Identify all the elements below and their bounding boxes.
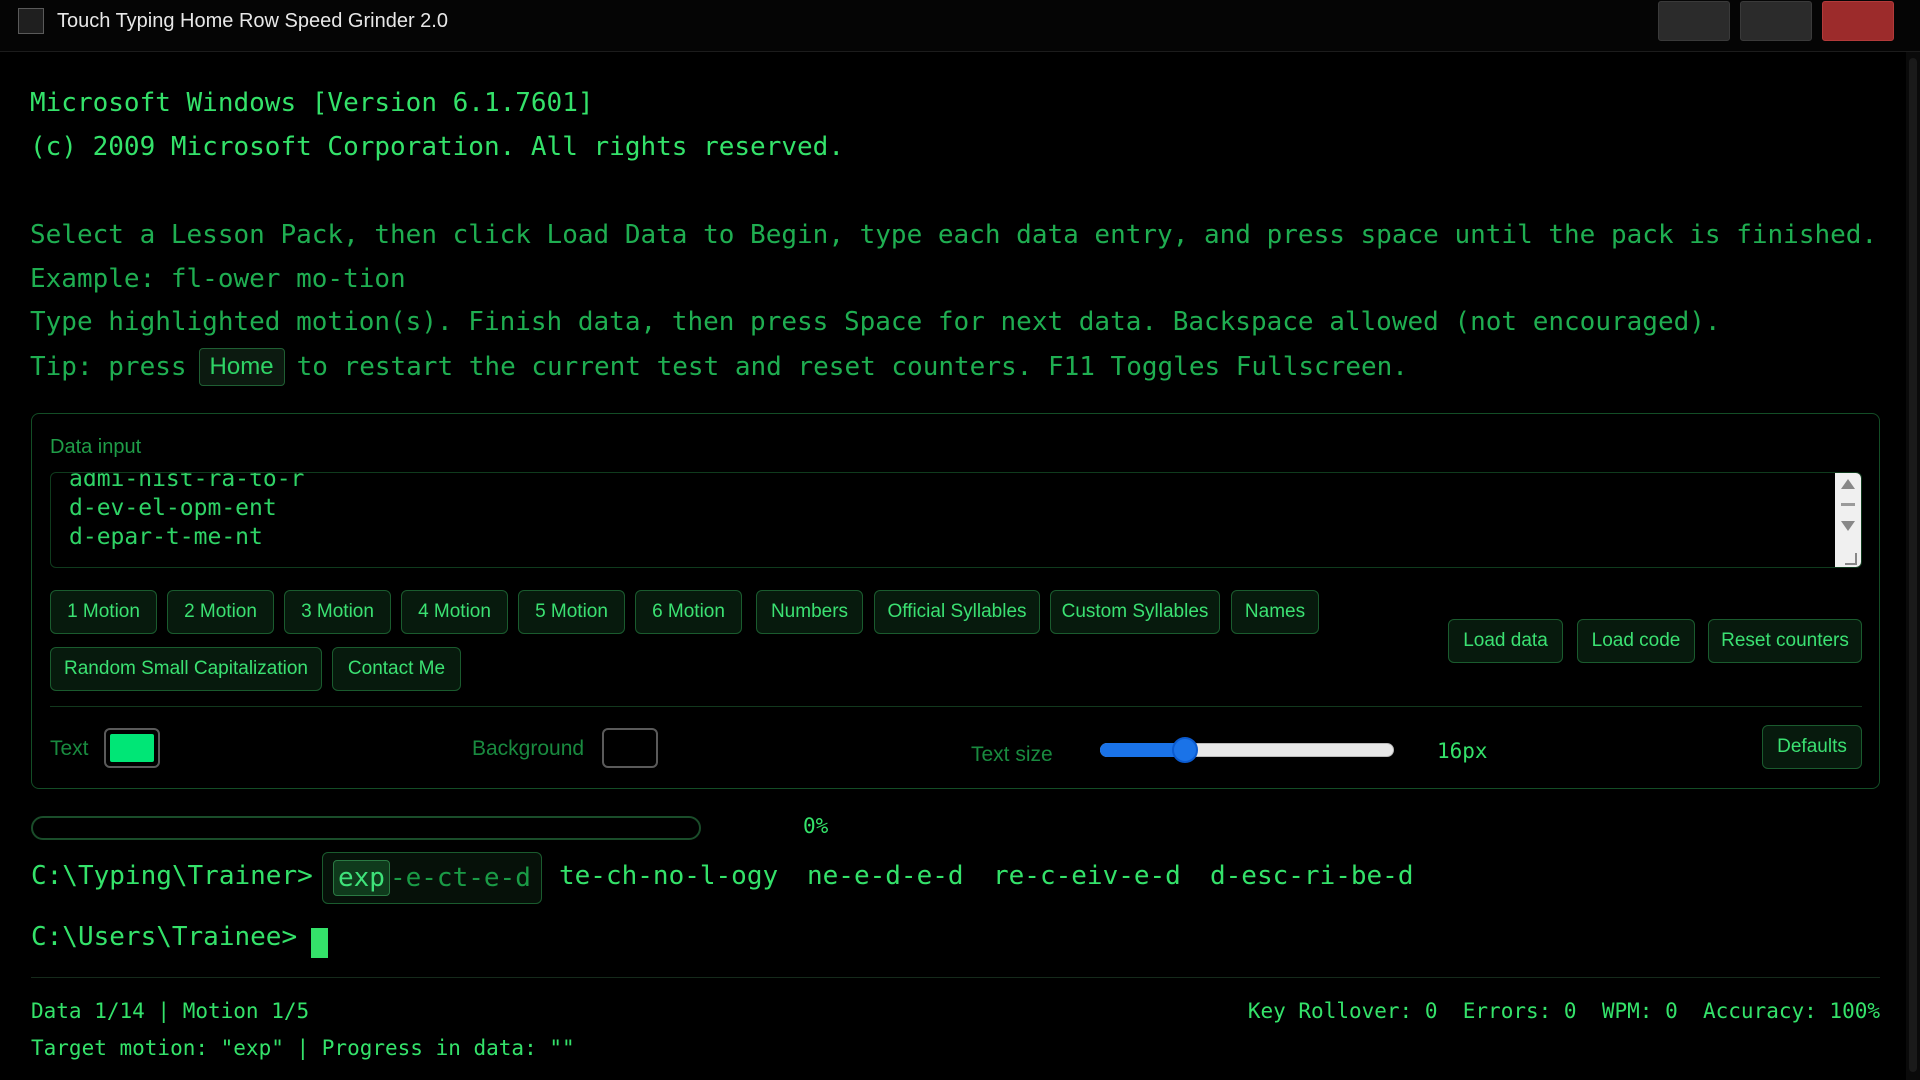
scroll-thumb[interactable] [1841,503,1855,506]
user-prompt-path: C:\Users\Trainee> [31,922,298,952]
scroll-up-arrow-icon[interactable] [1841,479,1855,489]
target-motion-status: Target motion: "exp" | Progress in data:… [31,1036,575,1060]
progress-bar [31,816,701,840]
lesson-official-syllables-button[interactable]: Official Syllables [874,590,1040,634]
app-icon [18,8,44,34]
example-line: Example: fl-ower mo-tion [30,264,406,294]
scrollbar-thumb[interactable] [1909,58,1917,1072]
tip-prefix: Tip: press [30,352,187,382]
tip-line: Tip: press Home to restart the current t… [30,348,1408,386]
current-word-highlight: exp [333,860,390,896]
data-line: d-ev-el-opm-ent [69,495,277,521]
minimize-button[interactable] [1658,1,1730,41]
data-input-label: Data input [50,436,142,458]
control-panel: Data input admi-nist-ra-to-r d-ev-el-opm… [31,413,1880,789]
text-size-slider[interactable] [1100,737,1394,763]
console-version-line: Microsoft Windows [Version 6.1.7601] [30,88,594,118]
panel-divider [50,706,1862,707]
lesson-3-motion-button[interactable]: 3 Motion [284,590,391,634]
console-copyright-line: (c) 2009 Microsoft Corporation. All righ… [30,132,844,162]
trainer-prompt-path: C:\Typing\Trainer> [31,861,313,891]
lesson-6-motion-button[interactable]: 6 Motion [635,590,742,634]
tip-suffix: to restart the current test and reset co… [296,352,1408,382]
lesson-2-motion-button[interactable]: 2 Motion [167,590,274,634]
text-color-fill [110,734,154,762]
data-input-textarea[interactable]: admi-nist-ra-to-r d-ev-el-opm-ent d-epar… [50,472,1862,568]
random-small-capitalization-button[interactable]: Random Small Capitalization [50,647,322,691]
lesson-custom-syllables-button[interactable]: Custom Syllables [1050,590,1220,634]
maximize-button[interactable] [1740,1,1812,41]
progress-percent: 0% [803,814,829,838]
data-line: d-epar-t-me-nt [69,524,263,550]
text-size-label: Text size [971,743,1053,766]
upcoming-word: d-esc-ri-be-d [1210,861,1414,891]
upcoming-word: te-ch-no-l-ogy [559,861,779,891]
typing-cursor[interactable] [311,928,328,958]
lesson-5-motion-button[interactable]: 5 Motion [518,590,625,634]
upcoming-word: re-c-eiv-e-d [993,861,1181,891]
contact-me-button[interactable]: Contact Me [332,647,461,691]
lesson-names-button[interactable]: Names [1231,590,1319,634]
current-word: exp -e-ct-e-d [322,852,542,904]
lesson-numbers-button[interactable]: Numbers [756,590,863,634]
slider-knob[interactable] [1172,737,1198,763]
current-word-rest: -e-ct-e-d [389,863,531,893]
scroll-down-arrow-icon[interactable] [1841,521,1855,531]
upcoming-word: ne-e-d-e-d [807,861,964,891]
instructions-line: Select a Lesson Pack, then click Load Da… [30,220,1878,250]
defaults-button[interactable]: Defaults [1762,725,1862,769]
load-code-button[interactable]: Load code [1577,619,1695,663]
data-motion-status: Data 1/14 | Motion 1/5 [31,999,310,1023]
reset-counters-button[interactable]: Reset counters [1708,619,1862,663]
text-color-picker[interactable] [104,728,160,768]
textarea-scrollbar[interactable] [1835,473,1861,567]
text-color-label: Text [50,737,89,760]
lesson-1-motion-button[interactable]: 1 Motion [50,590,157,634]
data-line: admi-nist-ra-to-r [69,472,305,492]
background-color-fill [608,734,652,762]
text-size-value: 16px [1437,739,1488,763]
lesson-4-motion-button[interactable]: 4 Motion [401,590,508,634]
data-input-content: admi-nist-ra-to-r d-ev-el-opm-ent d-epar… [69,472,305,552]
stats-summary: Key Rollover: 0 Errors: 0 WPM: 0 Accurac… [1247,999,1880,1023]
resize-grip-icon[interactable] [1845,553,1857,565]
status-divider [31,977,1880,978]
home-key-badge: Home [198,348,285,386]
window-title: Touch Typing Home Row Speed Grinder 2.0 [57,10,448,32]
title-bar: Touch Typing Home Row Speed Grinder 2.0 [0,0,1920,52]
background-color-picker[interactable] [602,728,658,768]
background-color-label: Background [472,737,585,760]
close-button[interactable] [1822,1,1894,41]
load-data-button[interactable]: Load data [1448,619,1563,663]
page-scrollbar[interactable] [1906,52,1920,1080]
type-hint-line: Type highlighted motion(s). Finish data,… [30,307,1721,337]
